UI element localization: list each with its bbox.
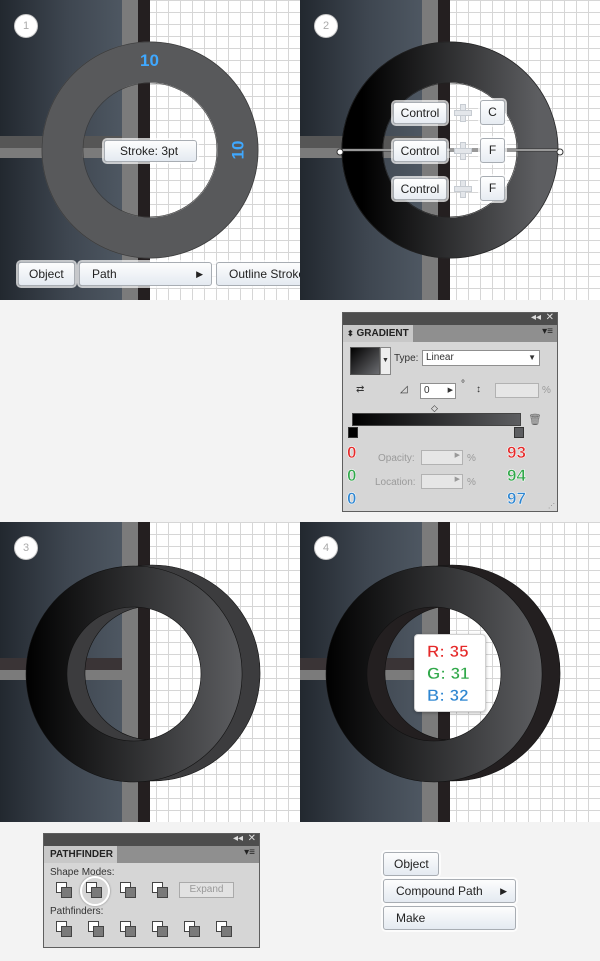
- angle-icon: ◿: [400, 384, 408, 395]
- gradient-swatch[interactable]: [350, 347, 380, 375]
- resize-grip-icon[interactable]: ⋰: [548, 502, 555, 510]
- menu-outline-stroke[interactable]: Outline Stroke: [216, 262, 300, 286]
- type-label: Type:: [394, 353, 419, 364]
- gradient-panel: ◂◂ ✕ ⬍ GRADIENT ▾≡ ▼ Type: Linear ▼ ⇄ ◿ …: [342, 312, 558, 512]
- crop-icon[interactable]: [152, 921, 168, 937]
- left-stop-red: 0: [347, 443, 357, 463]
- type-select[interactable]: Linear ▼: [422, 350, 540, 366]
- menu-object[interactable]: Object: [383, 852, 439, 876]
- close-icon[interactable]: ✕: [546, 312, 554, 323]
- exclude-icon[interactable]: [152, 882, 168, 898]
- minus-front-icon[interactable]: [86, 882, 102, 898]
- right-stop-red: 93: [507, 443, 526, 463]
- swatch-dropdown[interactable]: ▼: [380, 347, 391, 375]
- dimension-top-label: 10: [140, 51, 159, 70]
- tab-gradient[interactable]: ⬍ GRADIENT: [343, 325, 414, 342]
- collapse-icon[interactable]: ◂◂: [531, 312, 541, 323]
- panel-menu-icon[interactable]: ▾≡: [244, 847, 255, 858]
- menu-object[interactable]: Object: [18, 262, 75, 286]
- step-badge: 1: [14, 14, 38, 38]
- percent-label: %: [542, 385, 551, 396]
- intersect-icon[interactable]: [120, 882, 136, 898]
- aspect-ratio-icon: ↕: [476, 384, 481, 395]
- step-badge: 2: [314, 14, 338, 38]
- aspect-ratio-input: [495, 383, 539, 398]
- percent-label: %: [467, 453, 476, 464]
- key-c: C: [480, 100, 505, 125]
- control-key: Control: [393, 140, 447, 162]
- pathfinder-panel: ◂◂ ✕ PATHFINDER ▾≡ Shape Modes: Expand P…: [43, 833, 260, 948]
- opacity-input: ▶: [421, 450, 463, 465]
- trash-icon[interactable]: 🗑: [528, 413, 542, 426]
- control-key: Control: [393, 102, 447, 124]
- step-1-panel: 1 10 10 Stroke: 3pt Object Path ▶ Outlin…: [0, 0, 300, 300]
- right-color-stop[interactable]: [514, 427, 524, 438]
- key-f: F: [480, 138, 505, 163]
- degree-symbol: °: [461, 379, 465, 390]
- right-stop-blue: 97: [507, 489, 526, 509]
- rgb-blue: B: 32: [427, 686, 469, 706]
- angle-input[interactable]: 0 ▶: [420, 383, 456, 399]
- expand-button[interactable]: Expand: [179, 882, 234, 898]
- control-key: Control: [393, 178, 447, 200]
- gradient-slider[interactable]: [352, 413, 521, 426]
- step-2-panel: 2 Control C Control F Control F: [300, 0, 600, 300]
- plus-icon: [454, 142, 472, 160]
- stepper-arrow-icon: ▶: [447, 387, 453, 394]
- panel-titlebar: ◂◂ ✕: [44, 833, 259, 846]
- panel-titlebar: ◂◂ ✕: [343, 312, 557, 325]
- key-f: F: [480, 176, 505, 201]
- menu-compound-path-label: Compound Path: [396, 884, 483, 898]
- step-badge: 4: [314, 536, 338, 560]
- percent-label: %: [467, 477, 476, 488]
- tab-arrows-icon: ⬍: [347, 329, 354, 338]
- right-stop-green: 94: [507, 466, 526, 486]
- unite-icon[interactable]: [56, 882, 72, 898]
- step-4-panel: 4 R: 35 G: 31 B: 32: [300, 522, 600, 822]
- submenu-arrow-icon: ▶: [196, 269, 203, 279]
- menu-make[interactable]: Make: [383, 906, 516, 930]
- menu-compound-path[interactable]: Compound Path ▶: [383, 879, 516, 903]
- step-badge: 3: [14, 536, 38, 560]
- collapse-icon[interactable]: ◂◂: [233, 833, 243, 844]
- opacity-label: Opacity:: [378, 453, 415, 464]
- angle-value: 0: [424, 385, 430, 396]
- close-icon[interactable]: ✕: [248, 833, 256, 844]
- outline-icon[interactable]: [184, 921, 200, 937]
- stepper-arrow-icon: ▶: [454, 476, 460, 483]
- shape-modes-label: Shape Modes:: [50, 867, 115, 878]
- ring-gradient-shape: [336, 41, 564, 259]
- divide-icon[interactable]: [56, 921, 72, 937]
- reverse-gradient-icon[interactable]: ⇄: [356, 383, 372, 397]
- left-stop-green: 0: [347, 466, 357, 486]
- stroke-weight-label: Stroke: 3pt: [104, 140, 197, 162]
- merge-icon[interactable]: [120, 921, 136, 937]
- minus-back-icon[interactable]: [216, 921, 232, 937]
- panel-menu-icon[interactable]: ▾≡: [542, 326, 553, 337]
- step-3-panel: 3: [0, 522, 300, 822]
- rgb-green: G: 31: [427, 664, 470, 684]
- ring-duplicate-shape: [25, 564, 261, 783]
- left-color-stop[interactable]: [348, 427, 358, 438]
- rgb-callout: R: 35 G: 31 B: 32: [414, 634, 486, 712]
- trim-icon[interactable]: [88, 921, 104, 937]
- pathfinders-label: Pathfinders:: [50, 906, 104, 917]
- chevron-down-icon: ▼: [528, 353, 536, 362]
- menu-path-label: Path: [92, 267, 117, 281]
- rgb-red: R: 35: [427, 642, 469, 662]
- type-value: Linear: [426, 352, 454, 363]
- stepper-arrow-icon: ▶: [454, 452, 460, 459]
- location-label: Location:: [375, 477, 416, 488]
- dimension-right-label: 10: [228, 140, 248, 160]
- menu-path[interactable]: Path ▶: [79, 262, 212, 286]
- location-input: ▶: [421, 474, 463, 489]
- tab-pathfinder[interactable]: PATHFINDER: [44, 846, 118, 863]
- submenu-arrow-icon: ▶: [500, 886, 507, 896]
- plus-icon: [454, 104, 472, 122]
- plus-icon: [454, 180, 472, 198]
- tab-gradient-label: GRADIENT: [356, 328, 409, 339]
- left-stop-blue: 0: [347, 489, 357, 509]
